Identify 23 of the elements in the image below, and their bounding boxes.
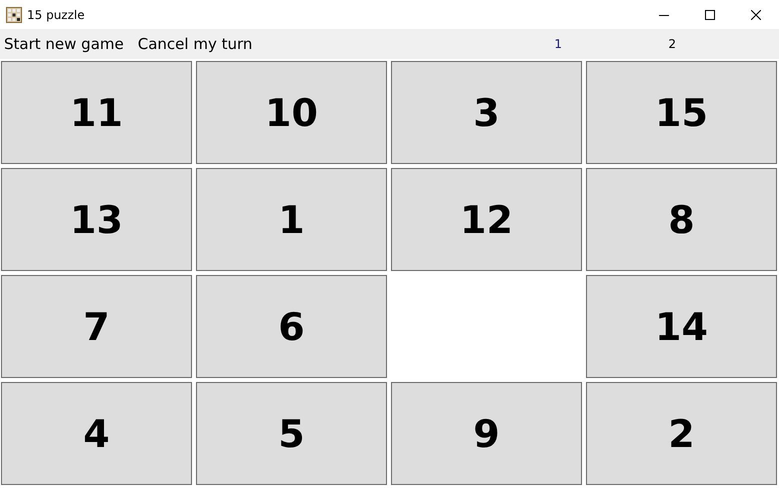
puzzle-tile[interactable]: 14	[586, 275, 777, 378]
puzzle-tile[interactable]: 10	[196, 61, 387, 164]
puzzle-tile[interactable]: 3	[391, 61, 582, 164]
puzzle-tile[interactable]: 8	[586, 168, 777, 271]
counter-label: 2	[668, 37, 678, 51]
puzzle-tile[interactable]: 4	[1, 382, 192, 485]
menu-item[interactable]: Start new game	[4, 35, 124, 53]
puzzle-tile[interactable]: 7	[1, 275, 192, 378]
puzzle-tile[interactable]: 11	[1, 61, 192, 164]
puzzle-tile[interactable]: 15	[586, 61, 777, 164]
puzzle-tile[interactable]: 2	[586, 382, 777, 485]
puzzle-tile[interactable]: 12	[391, 168, 582, 271]
puzzle-tile[interactable]: 6	[196, 275, 387, 378]
close-icon	[751, 10, 761, 20]
app-icon	[6, 6, 22, 22]
counter-label: 1	[554, 37, 564, 51]
puzzle-tile[interactable]: 5	[196, 382, 387, 485]
window-title: 15 puzzle	[27, 8, 85, 22]
puzzle-tile[interactable]: 1	[196, 168, 387, 271]
menu-item[interactable]: Cancel my turn	[138, 35, 252, 53]
maximize-icon	[705, 10, 715, 20]
puzzle-tile[interactable]: 9	[391, 382, 582, 485]
puzzle-tile[interactable]: 13	[1, 168, 192, 271]
